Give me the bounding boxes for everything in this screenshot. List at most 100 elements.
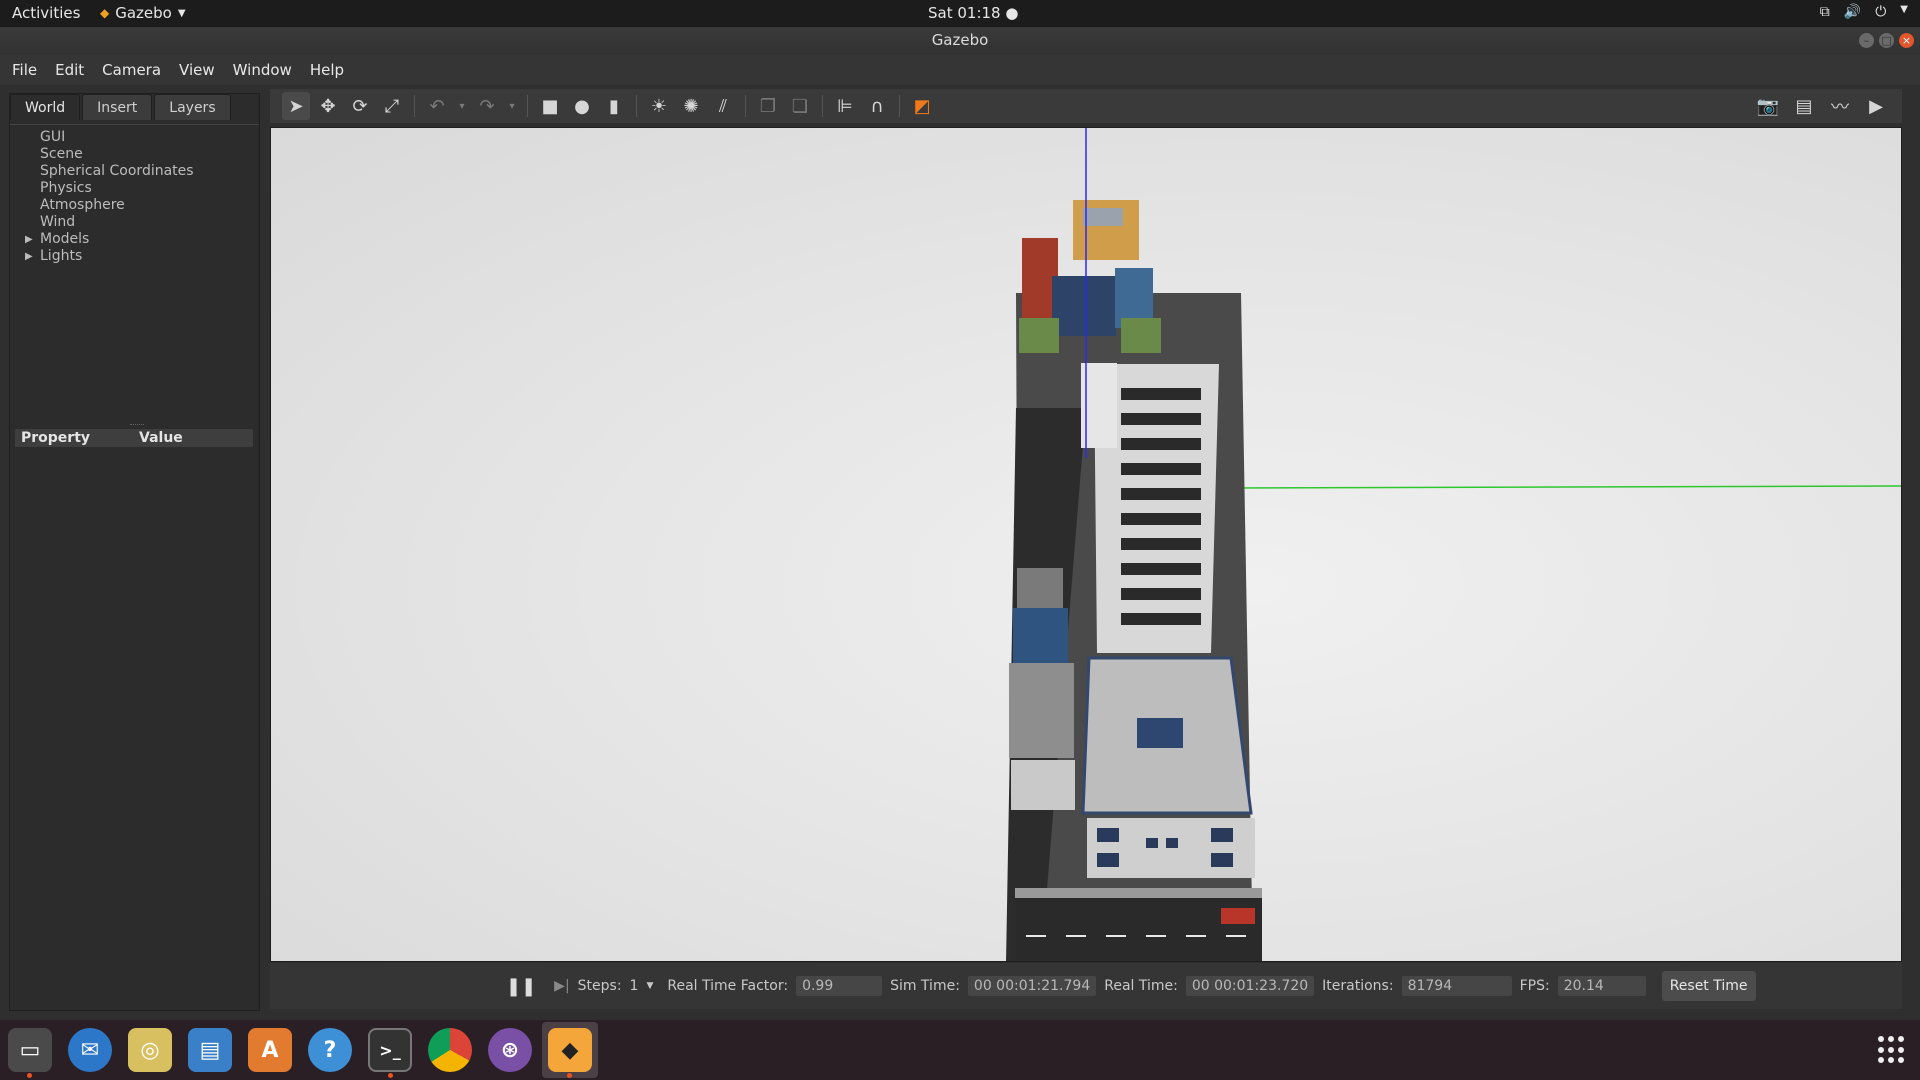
sphere-icon[interactable]: ● [568,92,596,120]
plot-icon[interactable]: 〰 [1826,92,1854,120]
translate-icon[interactable]: ✥ [314,92,342,120]
maximize-button[interactable]: □ [1879,33,1894,48]
spot-light-icon[interactable]: ✺ [677,92,705,120]
value-column-header: Value [139,430,183,446]
tree-item-lights[interactable]: ▶ Lights [10,248,259,265]
undo-history-chevron-icon[interactable]: ▾ [455,92,469,120]
expand-arrow-icon[interactable]: ▶ [25,248,33,265]
files-icon[interactable]: ▭ [8,1028,52,1072]
menu-help[interactable]: Help [310,61,344,79]
thunderbird-icon[interactable]: ✉ [68,1028,112,1072]
tree-item-physics[interactable]: Physics [10,180,259,197]
system-tray[interactable]: ⧉ 🔊 ⏻ ▼ [1820,4,1908,20]
writer-icon[interactable]: ▤ [188,1028,232,1072]
view-angle-icon[interactable]: ◩ [908,92,936,120]
app-menu-label: Gazebo [115,4,172,22]
window-title: Gazebo [931,31,989,49]
tab-layers[interactable]: Layers [154,94,231,120]
iterations-label: Iterations: [1322,978,1394,994]
show-applications-icon[interactable] [1878,1036,1906,1064]
activities-button[interactable]: Activities [12,4,80,22]
undo-icon[interactable]: ↶ [423,92,451,120]
align-icon[interactable]: ⊫ [831,92,859,120]
menu-camera[interactable]: Camera [102,61,161,79]
redo-icon[interactable]: ↷ [473,92,501,120]
building-blue-lower [1013,608,1068,663]
box-icon[interactable]: ■ [536,92,564,120]
running-indicator [27,1073,32,1078]
tree-item-scene[interactable]: Scene [10,146,259,163]
ubuntu-dock: ▭ ✉ ◎ ▤ A ? >_ ⊛ ◆ [0,1020,1920,1080]
close-button[interactable]: × [1899,33,1914,48]
select-arrow-icon[interactable]: ➤ [282,92,310,120]
help-icon[interactable]: ? [308,1028,352,1072]
world-tree: GUI Scene Spherical Coordinates Physics … [10,124,259,265]
rotate-icon[interactable]: ⟳ [346,92,374,120]
rhythmbox-icon[interactable]: ◎ [128,1028,172,1072]
scale-icon[interactable]: ⤢ [378,92,406,120]
running-indicator [567,1073,572,1078]
clock[interactable]: Sat 01:18 ● [928,4,1018,22]
tree-item-wind[interactable]: Wind [10,214,259,231]
scene-render [1006,128,1901,961]
reset-time-button[interactable]: Reset Time [1661,971,1756,1001]
tab-insert[interactable]: Insert [82,94,153,120]
tree-item-gui[interactable]: GUI [10,129,259,146]
menu-window[interactable]: Window [233,61,292,79]
copy-icon[interactable]: ❐ [754,92,782,120]
point-light-icon[interactable]: ☀ [645,92,673,120]
iterations-field: 81794 [1401,976,1512,996]
window-title-bar: Gazebo – □ × [0,27,1920,55]
rtf-field: 0.99 [796,976,883,996]
terminal-icon[interactable]: >_ [368,1028,412,1072]
tree-item-models[interactable]: ▶ Models [10,231,259,248]
tree-item-atmosphere[interactable]: Atmosphere [10,197,259,214]
toolbar-separator [745,95,746,117]
menu-bar: File Edit Camera View Window Help [0,55,1920,85]
toolbar-separator [899,95,900,117]
system-top-bar: Activities ◆ Gazebo ▼ Sat 01:18 ● ⧉ 🔊 ⏻ … [0,0,1920,27]
expand-arrow-icon[interactable]: ▶ [25,231,33,248]
gazebo-small-icon: ◆ [100,6,110,20]
road-bottom [1015,898,1262,961]
real-time-field: 00 00:01:23.720 [1185,976,1315,996]
app-menu[interactable]: ◆ Gazebo ▼ [100,4,186,22]
main-area: World Insert Layers GUI Scene Spherical … [0,85,1920,1020]
rtf-label: Real Time Factor: [667,978,789,994]
directional-light-icon[interactable]: ⫽ [709,92,737,120]
menu-edit[interactable]: Edit [55,61,84,79]
running-indicator [388,1073,393,1078]
paste-icon[interactable]: ❏ [786,92,814,120]
menu-file[interactable]: File [12,61,37,79]
toolbar: ➤ ✥ ⟳ ⤢ ↶ ▾ ↷ ▾ ■ ● ▮ ☀ ✺ ⫽ ❐ ❏ ⊫ ∩ ◩ 📷 … [270,89,1902,123]
tree-item-spherical-coordinates[interactable]: Spherical Coordinates [10,163,259,180]
gazebo-icon[interactable]: ◆ [548,1028,592,1072]
log-icon[interactable]: ▤ [1790,92,1818,120]
steps-spinner[interactable]: 1 [630,978,639,994]
left-panel: World Insert Layers GUI Scene Spherical … [9,93,260,1011]
menu-view[interactable]: View [179,61,215,79]
3d-viewport[interactable] [270,127,1902,962]
snap-icon[interactable]: ∩ [863,92,891,120]
panel-splitter-handle[interactable] [130,424,144,426]
chevron-down-icon[interactable]: ▼ [646,981,653,991]
steps-label: Steps: [577,978,622,994]
left-panel-tabs: World Insert Layers [10,94,231,122]
video-record-icon[interactable]: ▶ [1862,92,1890,120]
simulation-status-bar: ❚❚ ▶| Steps: 1 ▼ Real Time Factor: 0.99 … [270,963,1902,1009]
screenshot-icon[interactable]: 📷 [1754,92,1782,120]
pause-icon[interactable]: ❚❚ [506,976,536,997]
tab-world[interactable]: World [10,94,81,120]
cylinder-icon[interactable]: ▮ [600,92,628,120]
chrome-icon[interactable] [428,1028,472,1072]
building-blue [1052,276,1116,336]
github-desktop-icon[interactable]: ⊛ [488,1028,532,1072]
software-center-icon[interactable]: A [248,1028,292,1072]
minimize-button[interactable]: – [1859,33,1874,48]
sim-time-label: Sim Time: [890,978,960,994]
red-vehicle [1221,908,1255,924]
power-icon: ⏻ [1875,4,1887,20]
real-time-label: Real Time: [1104,978,1178,994]
step-icon[interactable]: ▶| [554,978,569,994]
redo-history-chevron-icon[interactable]: ▾ [505,92,519,120]
